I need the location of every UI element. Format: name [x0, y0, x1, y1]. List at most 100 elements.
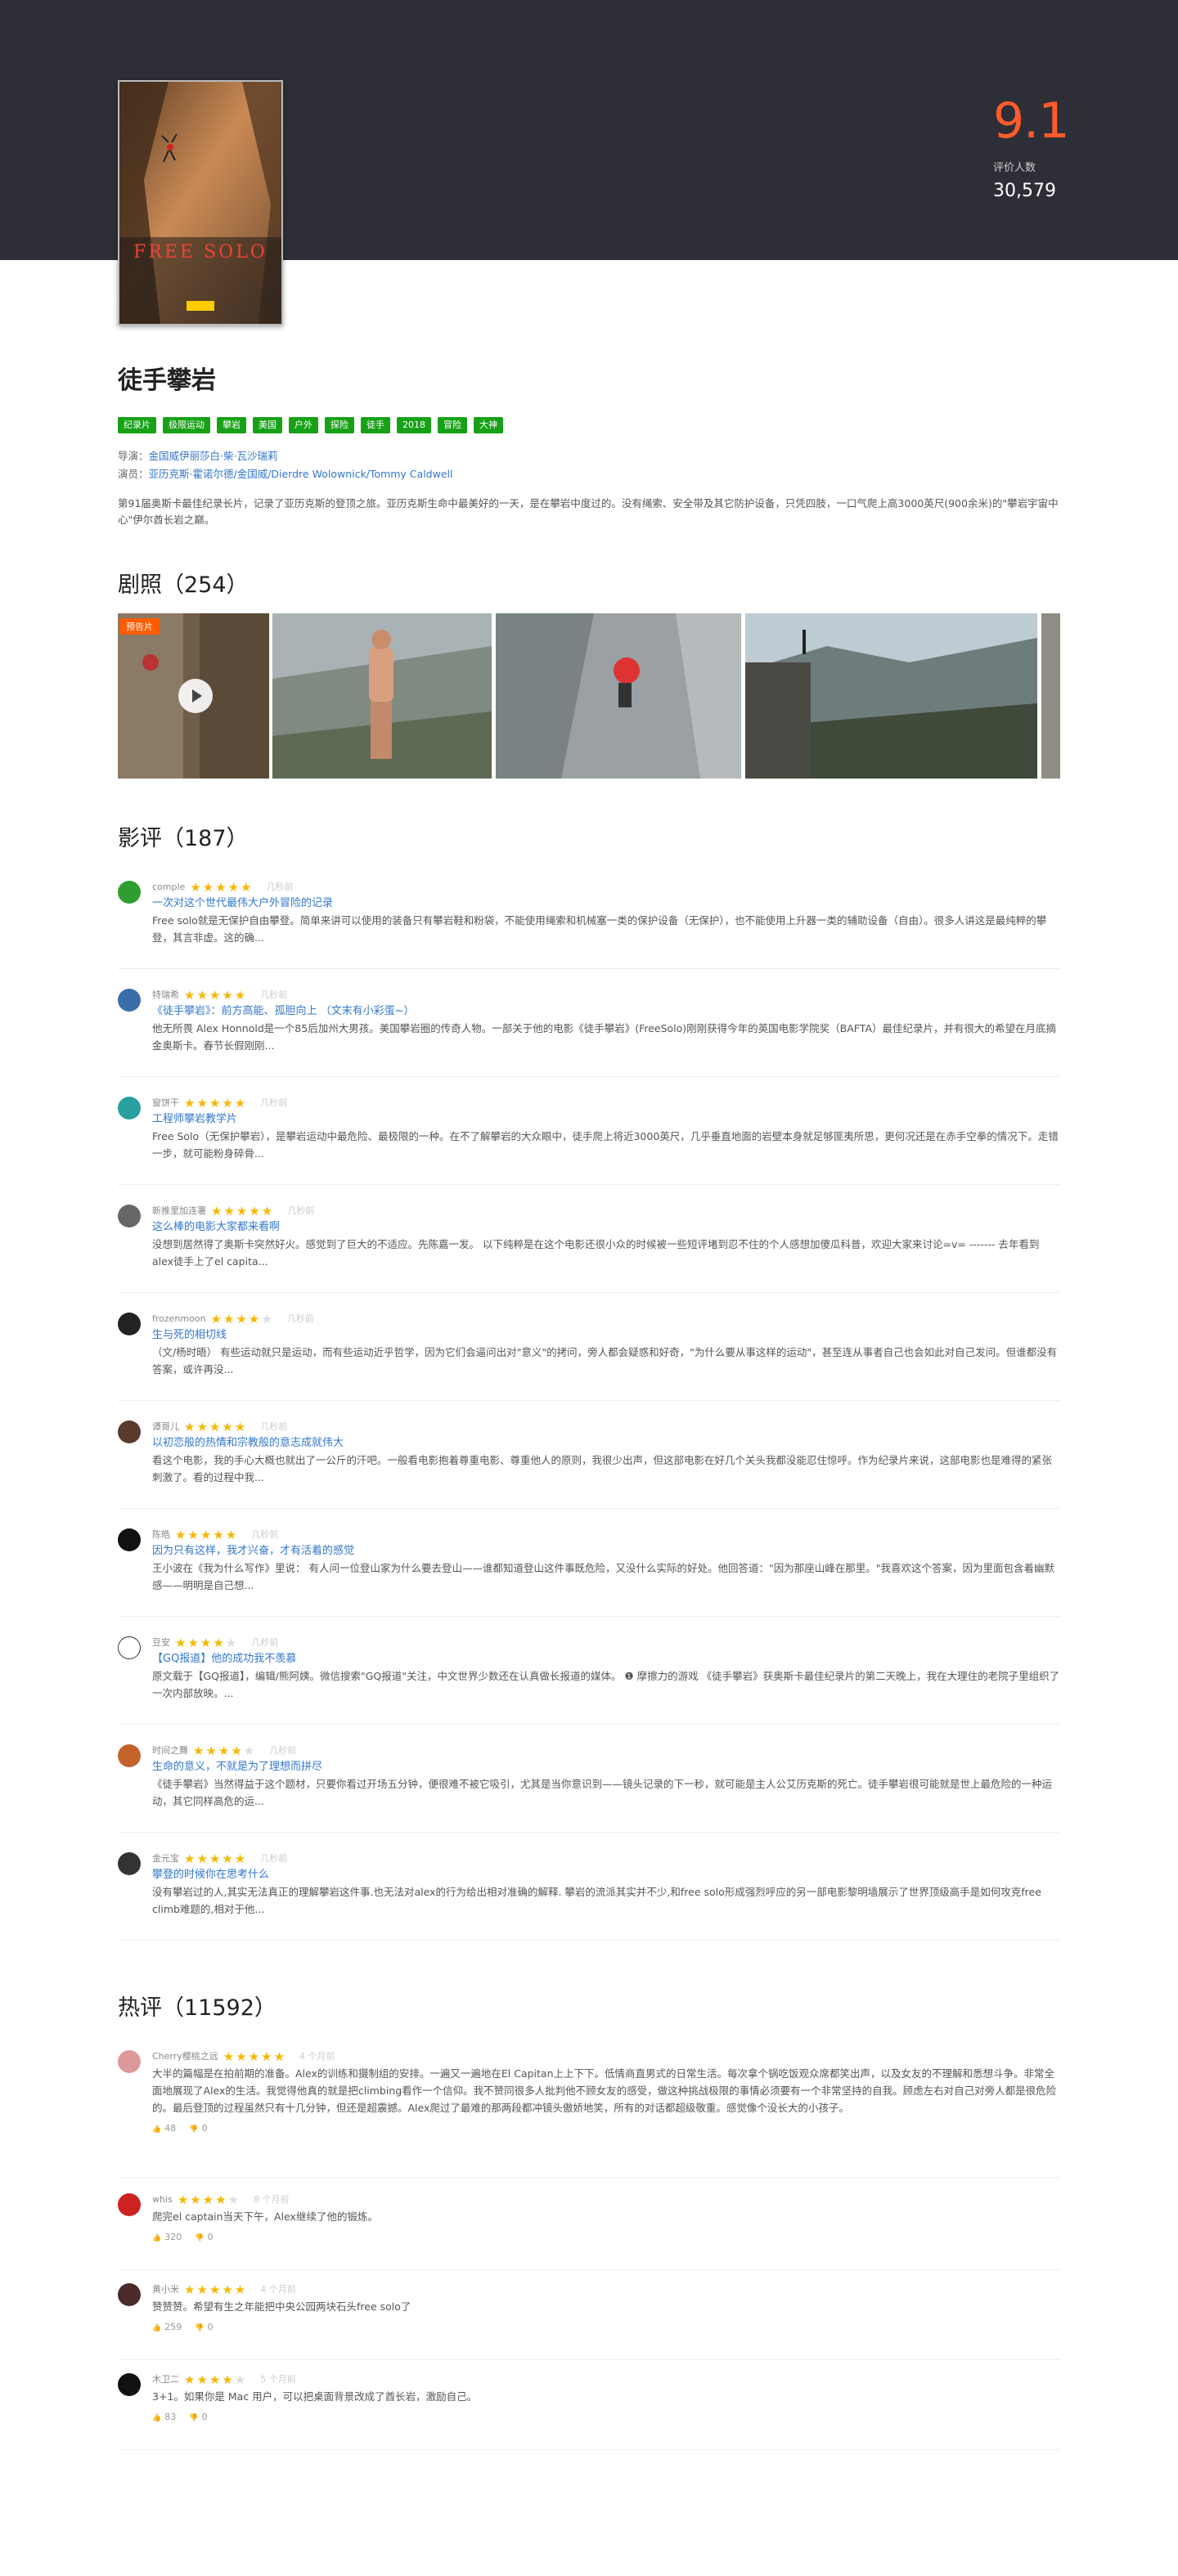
review-title[interactable]: 以初恋般的热情和宗教般的意志成就伟大 [152, 1435, 1060, 1452]
review-user[interactable]: 新推里加连署 [152, 1203, 206, 1219]
comment-user[interactable]: whis [152, 2192, 173, 2208]
downvote-button[interactable]: 0 [195, 2232, 213, 2242]
cast-link[interactable]: 亚历克斯·霍诺尔德/金国威/Dierdre Wolownick/Tommy Ca… [149, 468, 453, 480]
review-item[interactable]: 新推里加连署 ★★★★★ 几秒前 这么棒的电影大家都来看啊 没想到居然得了奥斯卡突然… [118, 1203, 1060, 1293]
avatar[interactable] [118, 2050, 141, 2073]
review-excerpt: 没有攀岩过的人,其实无法真正的理解攀岩这件事.也无法对alex的行为给出相对准确… [152, 1886, 1041, 1915]
review-title[interactable]: 《徒手攀岩》：前方高能、孤胆向上 （文末有小彩蛋~） [152, 1003, 1060, 1020]
avatar[interactable] [118, 1636, 141, 1659]
review-user[interactable]: 陈皓 [152, 1527, 170, 1543]
comment-time: 4 个月前 [299, 2051, 335, 2062]
upvote-button[interactable]: 320 [152, 2232, 182, 2242]
tag[interactable]: 美国 [253, 417, 282, 433]
still-image [1041, 613, 1060, 779]
review-title[interactable]: 生与死的相切线 [152, 1327, 1060, 1344]
review-user[interactable]: comple [152, 879, 185, 895]
review-title[interactable]: 攀登的时候你在思考什么 [152, 1867, 1060, 1883]
star-rating: ★★★★★ [175, 1528, 239, 1542]
cast-label: 演员： [118, 468, 149, 480]
upvote-button[interactable]: 83 [152, 2412, 176, 2422]
avatar[interactable] [118, 1097, 141, 1120]
review-item[interactable]: 豆安 ★★★★★ 几秒前 【GQ报道】他的成功我不羡慕 原文载于【GQ报道】，编辑/… [118, 1635, 1060, 1725]
review-excerpt: 看这个电影，我的手心大概也就出了一公斤的汗吧。一般看电影抱着尊重电影、尊重他人的… [152, 1454, 1053, 1483]
tag[interactable]: 徒手 [361, 417, 390, 433]
review-item[interactable]: 谭哥儿 ★★★★★ 几秒前 以初恋般的热情和宗教般的意志成就伟大 看这个电影，我的手… [118, 1419, 1060, 1509]
review-title[interactable]: 生命的意义，不就是为了理想而拼尽 [152, 1759, 1060, 1775]
tag[interactable]: 户外 [289, 417, 318, 433]
upvote-button[interactable]: 48 [152, 2123, 176, 2134]
downvote-button[interactable]: 0 [189, 2412, 207, 2422]
avatar[interactable] [118, 1205, 141, 1227]
rating-count-label: 评价人数 [993, 162, 1036, 174]
review-excerpt: Free Solo（无保护攀岩），是攀岩运动中最危险、最极限的一种。在不了解攀岩… [152, 1130, 1059, 1160]
comment-text: 赞赞赞。希望有生之年能把中央公园两块石头free solo了 [152, 2300, 411, 2313]
still-photo[interactable] [272, 613, 492, 779]
review-user[interactable]: frozenmoon [152, 1311, 206, 1327]
review-user[interactable]: 特瑞希 [152, 987, 179, 1003]
review-time: 几秒前 [260, 1421, 288, 1432]
star-rating: ★★★★★ [211, 1204, 275, 1218]
avatar[interactable] [118, 2193, 141, 2216]
comment-user[interactable]: Cherry樱桃之远 [152, 2049, 218, 2065]
avatar[interactable] [118, 1744, 141, 1767]
avatar[interactable] [118, 989, 141, 1012]
review-user[interactable]: 谭哥儿 [152, 1419, 179, 1435]
review-item[interactable]: 金元宝 ★★★★★ 几秒前 攀登的时候你在思考什么 没有攀岩过的人,其实无法真正的理… [118, 1851, 1060, 1941]
review-item[interactable]: frozenmoon ★★★★★ 几秒前 生与死的相切线 （文/杨时晤） 有些运动就… [118, 1311, 1060, 1401]
upvote-button[interactable]: 259 [152, 2322, 182, 2332]
still-image [745, 613, 1037, 779]
cast-row: 演员：亚历克斯·霍诺尔德/金国威/Dierdre Wolownick/Tommy… [118, 466, 1060, 482]
comment-time: 5 个月前 [260, 2374, 296, 2385]
avatar[interactable] [118, 1852, 141, 1875]
comment-text: 大半的篇幅是在拍前期的准备。Alex的训练和摄制组的安排。一遍又一遍地在El C… [152, 2067, 1057, 2114]
avatar[interactable] [118, 1420, 141, 1443]
review-user[interactable]: 时间之舞 [152, 1743, 188, 1759]
comment-user[interactable]: 木卫二 [152, 2372, 179, 2388]
review-title[interactable]: 这么棒的电影大家都来看啊 [152, 1219, 1060, 1236]
downvote-button[interactable]: 0 [195, 2322, 213, 2332]
review-time: 几秒前 [260, 1853, 288, 1864]
trailer-thumbnail[interactable]: 预告片 [118, 613, 269, 779]
tag[interactable]: 冒险 [438, 417, 467, 433]
review-item[interactable]: 陈皓 ★★★★★ 几秒前 因为只有这样，我才兴奋，才有活着的感觉 王小波在《我为什么… [118, 1527, 1060, 1617]
still-photo[interactable] [745, 613, 1037, 779]
review-title[interactable]: 【GQ报道】他的成功我不羡慕 [152, 1651, 1060, 1667]
avatar[interactable] [118, 1313, 141, 1335]
tag[interactable]: 纪录片 [118, 417, 156, 433]
review-item[interactable]: 窗饼干 ★★★★★ 几秒前 工程师攀岩教学片 Free Solo（无保护攀岩），是攀… [118, 1095, 1060, 1185]
review-item[interactable]: 时间之舞 ★★★★★ 几秒前 生命的意义，不就是为了理想而拼尽 《徒手攀岩》当然得益… [118, 1743, 1060, 1833]
tag[interactable]: 攀岩 [217, 417, 246, 433]
review-user[interactable]: 豆安 [152, 1635, 170, 1651]
tag[interactable]: 探险 [325, 417, 354, 433]
play-icon[interactable] [178, 679, 213, 713]
comment-item: whis ★★★★★ 8 个月前 爬完el captain当天下午，Alex继续了他… [118, 2192, 1060, 2270]
review-title[interactable]: 工程师攀岩教学片 [152, 1111, 1060, 1128]
still-photo[interactable] [496, 613, 741, 779]
review-excerpt: 王小波在《我为什么写作》里说： 有人问一位登山家为什么要去登山——谁都知道登山这… [152, 1562, 1054, 1591]
review-user[interactable]: 金元宝 [152, 1851, 179, 1867]
avatar[interactable] [118, 2283, 141, 2306]
review-time: 几秒前 [251, 1637, 279, 1648]
avatar[interactable] [118, 2373, 141, 2396]
comments-heading: 热评（11592） [118, 1995, 277, 2021]
review-title[interactable]: 因为只有这样，我才兴奋，才有活着的感觉 [152, 1543, 1060, 1560]
review-item[interactable]: comple ★★★★★ 几秒前 一次对这个世代最伟大户外冒险的记录 Free so… [118, 879, 1060, 969]
comment-user[interactable]: 黄小米 [152, 2282, 179, 2298]
review-item[interactable]: 特瑞希 ★★★★★ 几秒前 《徒手攀岩》：前方高能、孤胆向上 （文末有小彩蛋~） 他… [118, 987, 1060, 1077]
still-photo[interactable] [1041, 613, 1060, 779]
review-user[interactable]: 窗饼干 [152, 1095, 179, 1111]
avatar[interactable] [118, 881, 141, 904]
tag[interactable]: 极限运动 [163, 417, 210, 433]
downvote-button[interactable]: 0 [189, 2123, 207, 2134]
avatar[interactable] [118, 1528, 141, 1551]
review-title[interactable]: 一次对这个世代最伟大户外冒险的记录 [152, 895, 1060, 912]
movie-summary: 第91届奥斯卡最佳纪录长片，记录了亚历克斯的登顶之旅。亚历克斯生命中最美好的一天… [118, 497, 1059, 526]
director-link[interactable]: 金国威伊丽莎白·柴·瓦沙瑞莉 [149, 450, 278, 462]
tag[interactable]: 大神 [474, 417, 503, 433]
star-rating: ★★★★★ [184, 988, 248, 1003]
star-rating: ★★★★★ [223, 2049, 287, 2064]
tag[interactable]: 2018 [397, 417, 431, 433]
movie-info: 徒手攀岩 纪录片 极限运动 攀岩 美国 户外 探险 徒手 2018 冒险 大神 … [118, 360, 1060, 528]
review-excerpt: （文/杨时晤） 有些运动就只是运动，而有些运动近乎哲学，因为它们会逼问出对"意义… [152, 1346, 1058, 1376]
star-rating: ★★★★★ [210, 1312, 274, 1326]
